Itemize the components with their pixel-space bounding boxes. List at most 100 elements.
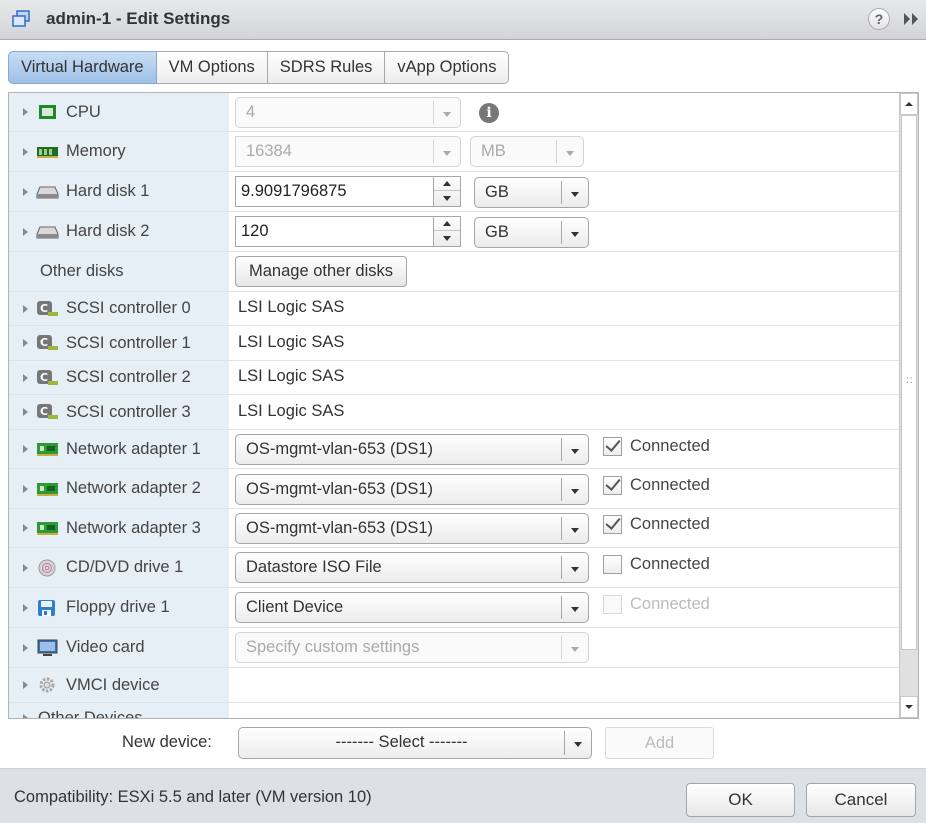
scsi-controller-0-type: LSI Logic SAS	[238, 298, 345, 316]
scroll-up-icon[interactable]	[900, 93, 918, 115]
expand-arrow-icon[interactable]	[23, 373, 28, 382]
dialog-footer: Compatibility: ESXi 5.5 and later (VM ve…	[0, 768, 926, 823]
scsi-controller-2-type: LSI Logic SAS	[238, 367, 345, 385]
info-icon[interactable]: i	[479, 103, 499, 123]
hard-disk-1-size-input[interactable]: 9.9091796875	[235, 176, 461, 207]
expand-arrow-icon[interactable]	[23, 445, 28, 453]
expand-arrow-icon[interactable]	[23, 524, 28, 532]
connected-label: Connected	[630, 476, 710, 494]
increment-icon[interactable]	[434, 217, 460, 231]
memory-size-input[interactable]: 16384	[235, 136, 461, 167]
scroll-down-icon[interactable]	[900, 696, 918, 718]
expand-arrow-icon[interactable]	[23, 484, 28, 493]
scsi-controller-1-label: C SCSI controller 1	[9, 326, 229, 360]
floppy-drive-1-label: Floppy drive 1	[9, 588, 229, 627]
row-other-devices: Other Devices	[9, 703, 899, 718]
scrollbar-thumb[interactable]: ::	[901, 115, 917, 650]
cd-dvd-drive-1-select[interactable]: Datastore ISO File	[235, 552, 589, 583]
memory-icon	[37, 146, 58, 158]
network-adapter-2-label: Network adapter 2	[9, 469, 229, 508]
scsi-controller-3-label: C SCSI controller 3	[9, 395, 229, 429]
floppy-icon	[38, 599, 55, 616]
ok-button[interactable]: OK	[686, 783, 795, 817]
memory-unit-select[interactable]: MB	[470, 136, 584, 167]
network-adapter-3-select[interactable]: OS-mgmt-vlan-653 (DS1)	[235, 513, 589, 544]
spinner	[433, 217, 460, 246]
network-adapter-3-label: Network adapter 3	[9, 509, 229, 547]
hard-disk-1-label: Hard disk 1	[9, 172, 229, 211]
cancel-button[interactable]: Cancel	[806, 783, 916, 817]
floppy-drive-1-select[interactable]: Client Device	[235, 592, 589, 623]
tab-vm-options[interactable]: VM Options	[156, 51, 268, 84]
expand-arrow-icon[interactable]	[23, 339, 28, 347]
dialog-title: admin-1 - Edit Settings	[46, 9, 231, 28]
chevron-down-icon	[561, 556, 588, 579]
chevron-down-icon	[561, 636, 588, 659]
chevron-down-icon	[561, 596, 588, 619]
monitor-icon	[37, 639, 58, 656]
row-cd-dvd-drive-1: CD/DVD drive 1 Datastore ISO File Connec…	[9, 548, 899, 588]
row-cpu: CPU 4 i	[9, 93, 899, 132]
scsi-controller-3-type: LSI Logic SAS	[238, 402, 345, 420]
hard-disk-icon	[36, 186, 59, 198]
scsi-controller-icon: C	[37, 335, 58, 350]
help-icon[interactable]: ?	[868, 8, 890, 30]
expand-arrow-icon[interactable]	[23, 147, 28, 156]
increment-icon[interactable]	[434, 177, 460, 191]
network-adapter-icon	[37, 482, 58, 496]
row-floppy-drive-1: Floppy drive 1 Client Device Connected	[9, 588, 899, 628]
row-scsi-controller-3: C SCSI controller 3 LSI Logic SAS	[9, 395, 899, 430]
gear-icon	[39, 677, 55, 693]
expand-arrow-icon[interactable]	[23, 108, 28, 116]
expand-arrow-icon[interactable]	[23, 714, 28, 718]
scsi-controller-icon: C	[37, 404, 58, 419]
row-network-adapter-3: Network adapter 3 OS-mgmt-vlan-653 (DS1)…	[9, 509, 899, 548]
hard-disk-2-size-input[interactable]: 120	[235, 216, 461, 247]
cpu-count-select[interactable]: 4	[235, 97, 461, 128]
svg-text:C: C	[40, 405, 48, 418]
video-card-label: Video card	[9, 628, 229, 667]
compatibility-text: Compatibility: ESXi 5.5 and later (VM ve…	[14, 788, 372, 806]
new-device-select[interactable]: ------- Select -------	[238, 727, 592, 759]
cd-dvd-icon	[38, 559, 56, 576]
chevron-down-icon	[564, 731, 591, 755]
expand-arrow-icon[interactable]	[23, 563, 28, 572]
scsi-controller-2-label: C SCSI controller 2	[9, 361, 229, 394]
network-adapter-1-connected-checkbox[interactable]	[603, 437, 622, 456]
tab-virtual-hardware[interactable]: Virtual Hardware	[8, 51, 157, 84]
expand-arrow-icon[interactable]	[23, 408, 28, 416]
hard-disk-1-unit-select[interactable]: GB	[474, 177, 589, 208]
expand-arrow-icon[interactable]	[23, 187, 28, 196]
expand-arrow-icon[interactable]	[23, 643, 28, 652]
network-adapter-2-select[interactable]: OS-mgmt-vlan-653 (DS1)	[235, 474, 589, 505]
expand-arrow-icon[interactable]	[23, 603, 28, 612]
video-card-select[interactable]: Specify custom settings	[235, 632, 589, 663]
add-device-button[interactable]: Add	[605, 727, 714, 759]
vertical-scrollbar[interactable]: ::	[899, 93, 918, 718]
scsi-controller-icon: C	[37, 300, 58, 316]
cd-dvd-drive-1-connected-checkbox[interactable]	[603, 555, 622, 574]
expand-arrow-icon[interactable]	[23, 681, 28, 689]
manage-other-disks-button[interactable]: Manage other disks	[235, 256, 407, 287]
other-disks-label: Other disks	[40, 262, 124, 280]
row-network-adapter-1: Network adapter 1 OS-mgmt-vlan-653 (DS1)…	[9, 430, 899, 469]
hardware-list: CPU 4 i Memory 16384 MB Hard disk 1 9.90…	[8, 92, 919, 719]
network-adapter-2-connected-checkbox[interactable]	[603, 476, 622, 495]
tab-vapp-options[interactable]: vApp Options	[385, 51, 510, 84]
connected-label: Connected	[630, 555, 710, 573]
network-adapter-3-connected-checkbox[interactable]	[603, 515, 622, 534]
expand-arrow-icon[interactable]	[23, 227, 28, 236]
decrement-icon[interactable]	[434, 191, 460, 205]
spinner	[433, 177, 460, 206]
chevron-down-icon	[561, 478, 588, 501]
row-network-adapter-2: Network adapter 2 OS-mgmt-vlan-653 (DS1)…	[9, 469, 899, 509]
connected-label: Connected	[630, 515, 710, 533]
decrement-icon[interactable]	[434, 231, 460, 245]
row-hard-disk-2: Hard disk 2 120 GB	[9, 212, 899, 252]
hard-disk-2-unit-select[interactable]: GB	[474, 217, 589, 248]
expand-arrow-icon[interactable]	[23, 304, 28, 313]
vmci-device-label: VMCI device	[9, 668, 229, 702]
network-adapter-1-select[interactable]: OS-mgmt-vlan-653 (DS1)	[235, 434, 589, 465]
expand-icon[interactable]	[903, 12, 921, 26]
tab-sdrs-rules[interactable]: SDRS Rules	[267, 51, 386, 84]
